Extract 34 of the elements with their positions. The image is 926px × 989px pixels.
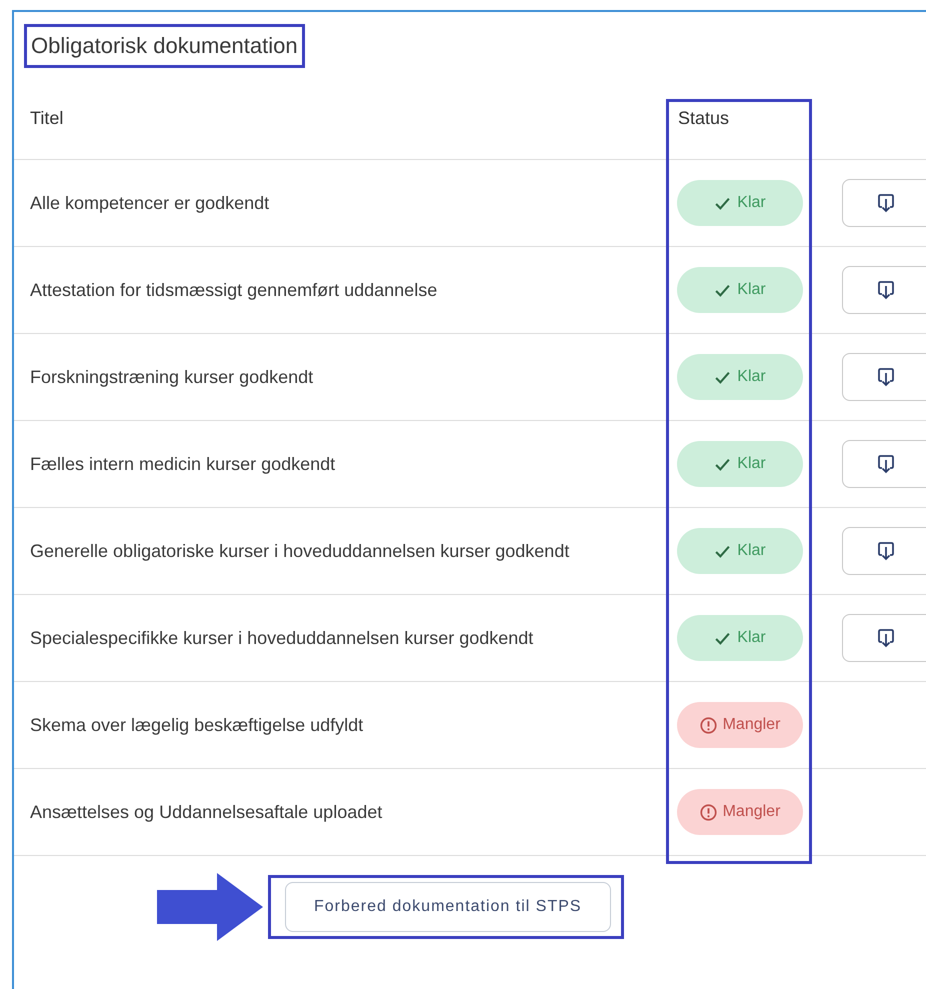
row-title: Attestation for tidsmæssigt gennemført uddannelse	[30, 279, 438, 302]
section-title: Obligatorisk dokumentation	[24, 24, 305, 68]
row-title: Ansættelses og Uddannelsesaftale uploadet	[30, 801, 382, 824]
download-icon	[877, 367, 895, 387]
download-icon	[877, 628, 895, 648]
download-icon	[877, 541, 895, 561]
row-title: Alle kompetencer er godkendt	[30, 192, 270, 215]
column-header: Titel	[30, 108, 64, 128]
exclamation-icon	[700, 716, 717, 734]
status-badge: Klar	[677, 180, 803, 226]
download-button[interactable]	[842, 614, 926, 662]
row-title: Skema over lægelig beskæftigelse udfyldt	[30, 714, 364, 737]
download-button[interactable]	[842, 440, 926, 488]
status-badge: Mangler	[677, 702, 803, 748]
status-badge: Klar	[677, 441, 803, 487]
row-title: Generelle obligatoriske kurser i hoveduddannelsen kurser godkendt	[30, 540, 570, 563]
download-icon	[877, 454, 895, 474]
prepare-button[interactable]: Forbered dokumentation til STPS	[285, 882, 611, 932]
status-badge: Klar	[677, 354, 803, 400]
status-badge: Klar	[677, 528, 803, 574]
row-title: Fælles intern medicin kurser godkendt	[30, 453, 336, 476]
row-title: Specialespecifikke kurser i hoveduddannelsen kurser godkendt	[30, 627, 534, 650]
status-badge: Mangler	[677, 789, 803, 835]
row-title: Forskningstræning kurser godkendt	[30, 366, 314, 389]
download-icon	[877, 193, 895, 213]
column-header: Status	[678, 108, 730, 128]
status-badge: Klar	[677, 615, 803, 661]
download-button[interactable]	[842, 353, 926, 401]
download-button[interactable]	[842, 266, 926, 314]
status-badge: Klar	[677, 267, 803, 313]
download-button[interactable]	[842, 527, 926, 575]
exclamation-icon	[700, 804, 717, 820]
download-button[interactable]	[842, 179, 926, 227]
download-icon	[877, 280, 895, 300]
